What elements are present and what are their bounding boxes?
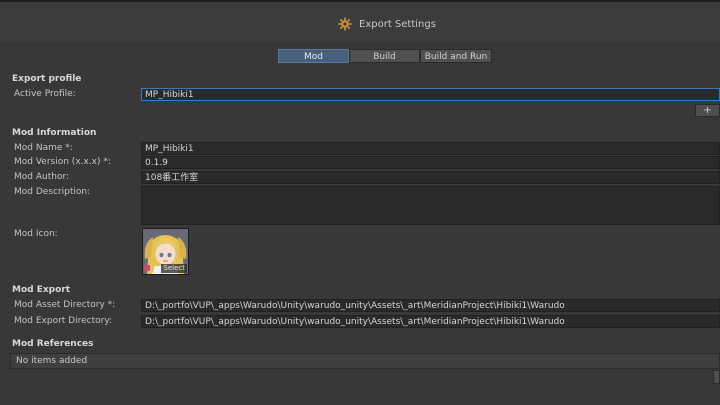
tab-build[interactable]: Build (349, 49, 420, 63)
mode-tabs: Mod Build Build and Run (278, 49, 492, 63)
mod-version-field[interactable]: 0.1.9 (141, 156, 720, 169)
window-titlebar: Export Settings (0, 2, 720, 42)
mod-author-label: Mod Author: (14, 172, 70, 182)
mod-information-heading: Mod Information (12, 128, 97, 138)
list-footer-button[interactable] (713, 370, 720, 384)
mod-export-directory-label: Mod Export Directory: (14, 316, 113, 326)
tab-build-and-run[interactable]: Build and Run (420, 49, 492, 63)
mod-description-field[interactable] (141, 186, 720, 225)
mod-name-field[interactable]: MP_Hibiki1 (141, 142, 720, 155)
active-profile-field[interactable]: MP_Hibiki1 (141, 88, 720, 101)
gear-icon (338, 17, 352, 31)
mod-description-label: Mod Description: (14, 187, 91, 197)
mod-references-heading: Mod References (12, 339, 94, 349)
mod-asset-directory-label: Mod Asset Directory *: (14, 300, 116, 310)
mod-references-empty-text: No items added (16, 356, 88, 366)
mod-icon-picker[interactable]: Select (142, 228, 189, 275)
add-profile-button[interactable]: + (695, 104, 720, 117)
window-title: Export Settings (338, 17, 436, 31)
mod-asset-directory-field[interactable]: D:\_portfo\VUP\_apps\Warudo\Unity\warudo… (141, 299, 720, 312)
icon-select-label: Select (161, 264, 187, 273)
mod-version-label: Mod Version (x.x.x) *: (14, 157, 111, 167)
mod-references-list: No items added (10, 353, 720, 369)
active-profile-label: Active Profile: (14, 89, 76, 99)
export-profile-heading: Export profile (12, 74, 82, 84)
mod-export-directory-field[interactable]: D:\_portfo\VUP\_apps\Warudo\Unity\warudo… (141, 315, 720, 328)
mod-export-heading: Mod Export (12, 285, 71, 295)
window-title-text: Export Settings (359, 18, 436, 30)
mod-icon-label: Mod Icon: (14, 229, 58, 239)
tab-mod[interactable]: Mod (278, 49, 349, 63)
mod-name-label: Mod Name *: (14, 143, 73, 153)
mod-author-field[interactable]: 108番工作室 (141, 171, 720, 184)
